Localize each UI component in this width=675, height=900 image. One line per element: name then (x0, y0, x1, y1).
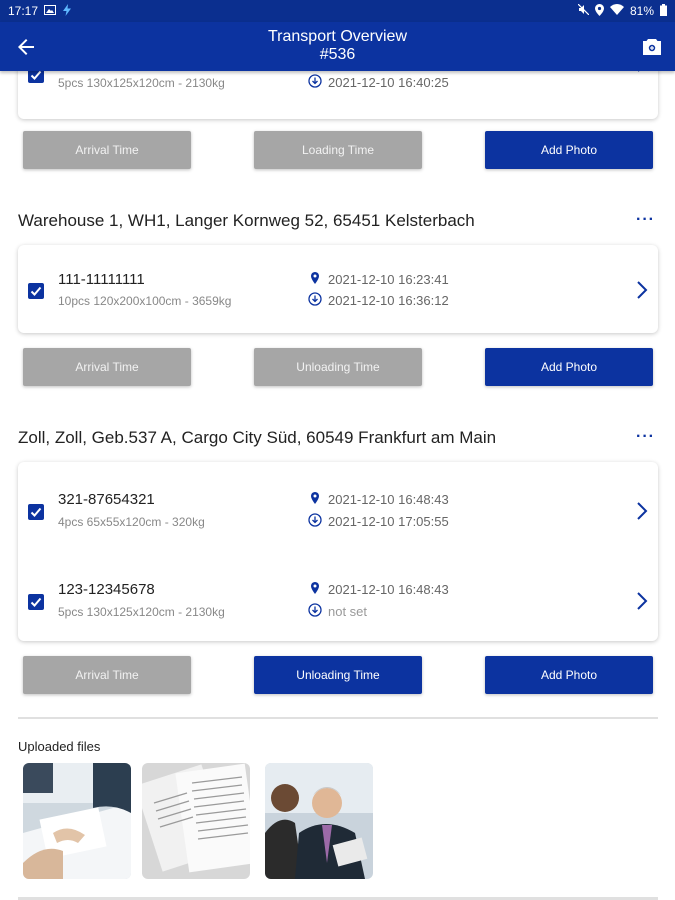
uploaded-files-label: Uploaded files (18, 739, 101, 754)
arrival-time: 2021-12-10 16:48:43 (328, 582, 449, 597)
unloading-time: 2021-12-10 16:40:25 (328, 75, 449, 90)
item-id: 123-12345678 (58, 581, 155, 598)
item-checkbox[interactable] (28, 504, 44, 520)
unloading-time: not set (328, 604, 368, 619)
unloading-time: 2021-12-10 16:36:12 (328, 293, 449, 308)
shipment-card: 111-11111111 10pcs 120x200x100cm - 3659k… (18, 245, 658, 333)
item-id: 321-87654321 (58, 491, 155, 508)
item-description: 5pcs 130x125x120cm - 2130kg (58, 605, 225, 619)
loading-time-button[interactable]: Loading Time (254, 131, 422, 169)
mute-icon (577, 3, 590, 18)
item-description: 10pcs 120x200x100cm - 3659kg (58, 294, 232, 308)
gallery-icon (44, 4, 57, 18)
item-description: 4pcs 65x55x120cm - 320kg (58, 515, 205, 529)
unloading-time-row: 2021-12-10 16:40:25 (308, 74, 449, 91)
download-circle-icon (308, 292, 322, 309)
battery-icon (660, 3, 667, 19)
add-photo-button[interactable]: Add Photo (485, 131, 653, 169)
shipment-item[interactable]: 321-87654321 4pcs 65x55x120cm - 320kg 20… (18, 476, 658, 546)
item-checkbox[interactable] (28, 594, 44, 610)
download-circle-icon (308, 603, 322, 620)
uploaded-photo-thumbnail[interactable] (23, 763, 131, 879)
uploaded-photo-thumbnail[interactable] (265, 763, 373, 879)
arrival-time-row: 2021-12-10 16:48:43 (308, 491, 449, 508)
add-photo-button[interactable]: Add Photo (485, 348, 653, 386)
clock: 17:17 (8, 4, 39, 18)
page-title-line2: #536 (319, 46, 356, 63)
arrival-time: 2021-12-10 16:23:41 (328, 272, 449, 287)
unloading-time-row: 2021-12-10 17:05:55 (308, 513, 449, 530)
add-photo-button[interactable]: Add Photo (485, 656, 653, 694)
arrival-time: 2021-12-10 16:48:43 (328, 492, 449, 507)
app-bar: Transport Overview #536 (0, 22, 675, 71)
chevron-right-icon[interactable] (636, 71, 648, 73)
unloading-time-button[interactable]: Unloading Time (254, 656, 422, 694)
download-circle-icon (308, 513, 322, 530)
item-description: 5pcs 130x125x120cm - 2130kg (58, 76, 225, 90)
unloading-time-row: 2021-12-10 16:36:12 (308, 292, 449, 309)
chevron-right-icon[interactable] (636, 591, 648, 611)
location-icon (594, 3, 604, 19)
shipment-item[interactable]: 111-11111111 10pcs 120x200x100cm - 3659k… (18, 255, 658, 325)
transport-content[interactable]: 5pcs 130x125x120cm - 2130kg 2021-12-10 1… (0, 71, 675, 900)
chevron-right-icon[interactable] (636, 501, 648, 521)
item-checkbox[interactable] (28, 283, 44, 299)
arrival-time-row: 2021-12-10 16:48:43 (308, 581, 449, 598)
arrival-time-button[interactable]: Arrival Time (23, 348, 191, 386)
shipment-card: 5pcs 130x125x120cm - 2130kg 2021-12-10 1… (18, 71, 658, 119)
download-circle-icon (308, 74, 322, 91)
unloading-time: 2021-12-10 17:05:55 (328, 514, 449, 529)
section-divider (18, 717, 658, 719)
item-checkbox[interactable] (28, 71, 44, 83)
unloading-time-button[interactable]: Unloading Time (254, 348, 422, 386)
arrival-time-button[interactable]: Arrival Time (23, 656, 191, 694)
battery-percentage: 81% (629, 4, 654, 18)
flash-icon (62, 3, 72, 19)
more-options-icon[interactable]: ··· (636, 211, 655, 229)
page-title: Transport Overview #536 (0, 28, 675, 64)
shipment-item[interactable]: 123-12345678 5pcs 130x125x120cm - 2130kg… (18, 566, 658, 636)
chevron-right-icon[interactable] (636, 280, 648, 300)
arrival-time-row: 2021-12-10 16:23:41 (308, 271, 449, 288)
status-bar: 17:17 81% (0, 0, 675, 22)
unloading-time-row: not set (308, 603, 367, 620)
item-id: 111-11111111 (58, 271, 145, 288)
location-pin-icon (308, 271, 322, 288)
shipment-item[interactable]: 5pcs 130x125x120cm - 2130kg 2021-12-10 1… (18, 71, 658, 119)
wifi-icon (609, 4, 624, 18)
shipment-card: 321-87654321 4pcs 65x55x120cm - 320kg 20… (18, 462, 658, 641)
stop-address: Warehouse 1, WH1, Langer Kornweg 52, 654… (18, 211, 475, 230)
location-pin-icon (308, 491, 322, 508)
arrival-time-button[interactable]: Arrival Time (23, 131, 191, 169)
location-pin-icon (308, 581, 322, 598)
uploaded-photo-thumbnail[interactable] (142, 763, 250, 879)
page-title-line1: Transport Overview (268, 28, 407, 45)
stop-address: Zoll, Zoll, Geb.537 A, Cargo City Süd, 6… (18, 428, 497, 447)
more-options-icon[interactable]: ··· (636, 428, 655, 446)
camera-icon[interactable] (641, 36, 663, 58)
